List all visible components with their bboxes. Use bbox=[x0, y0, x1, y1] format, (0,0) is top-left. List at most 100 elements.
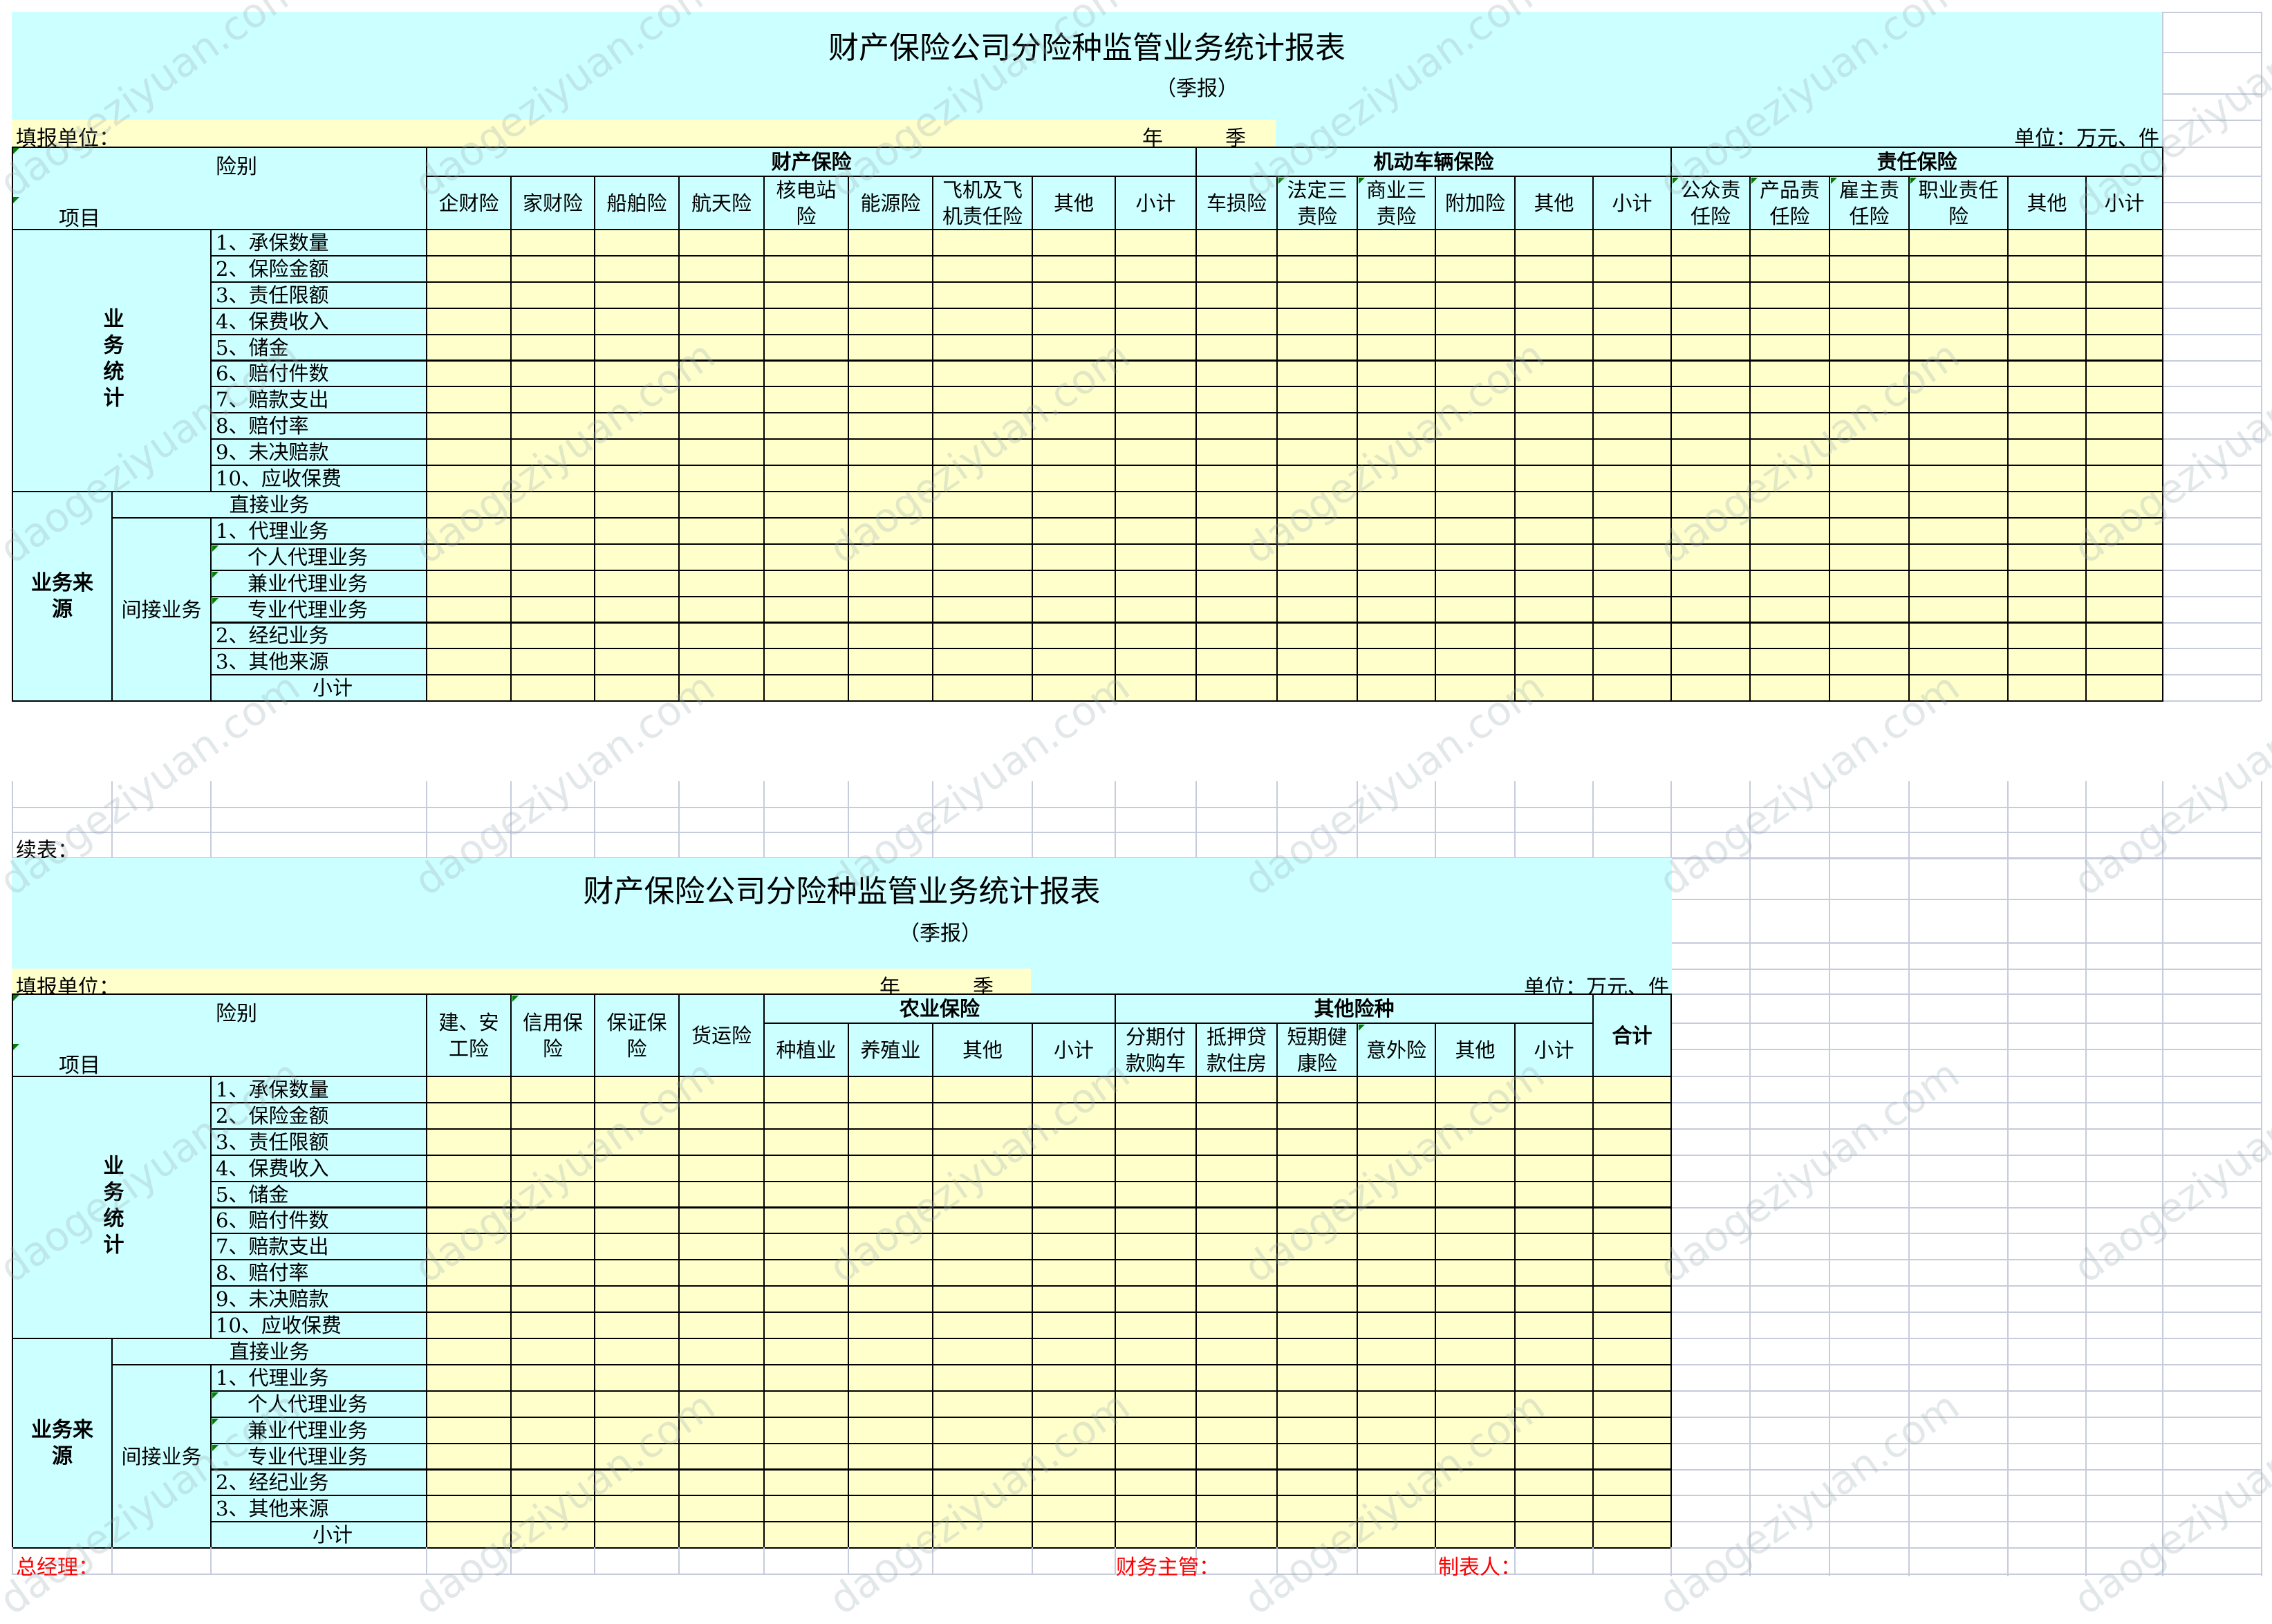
table1-data-cell[interactable] bbox=[1357, 281, 1436, 309]
table2-data-cell[interactable] bbox=[1115, 1154, 1197, 1182]
table1-data-cell[interactable] bbox=[1032, 438, 1116, 467]
table2-data-cell[interactable] bbox=[1592, 1390, 1672, 1418]
table1-data-cell[interactable] bbox=[1514, 622, 1594, 650]
table1-data-cell[interactable] bbox=[1115, 569, 1197, 597]
table1-data-cell[interactable] bbox=[594, 674, 680, 702]
table2-data-cell[interactable] bbox=[1195, 1495, 1278, 1523]
table1-data-cell[interactable] bbox=[510, 307, 595, 335]
table2-data-cell[interactable] bbox=[932, 1521, 1033, 1549]
table1-data-cell[interactable] bbox=[1032, 569, 1116, 597]
table2-data-cell[interactable] bbox=[1435, 1076, 1516, 1103]
table1-data-cell[interactable] bbox=[1435, 648, 1516, 676]
table1-data-cell[interactable] bbox=[1276, 438, 1358, 467]
table1-data-cell[interactable] bbox=[1357, 569, 1436, 597]
table1-data-cell[interactable] bbox=[1435, 674, 1516, 702]
table1-data-cell[interactable] bbox=[678, 438, 765, 467]
table1-data-cell[interactable] bbox=[2085, 491, 2163, 519]
table1-data-cell[interactable] bbox=[1357, 516, 1436, 545]
table2-data-cell[interactable] bbox=[510, 1521, 595, 1549]
table1-data-cell[interactable] bbox=[848, 595, 933, 624]
table1-data-cell[interactable] bbox=[2085, 595, 2163, 624]
table2-data-cell[interactable] bbox=[763, 1206, 849, 1235]
table2-data-cell[interactable] bbox=[1032, 1363, 1116, 1392]
table2-data-cell[interactable] bbox=[1592, 1128, 1672, 1156]
table2-data-cell[interactable] bbox=[1195, 1259, 1278, 1287]
table2-data-cell[interactable] bbox=[594, 1076, 680, 1103]
table1-data-cell[interactable] bbox=[510, 438, 595, 467]
table1-data-cell[interactable] bbox=[1115, 229, 1197, 256]
table2-data-cell[interactable] bbox=[1276, 1076, 1358, 1103]
table2-data-cell[interactable] bbox=[510, 1312, 595, 1339]
table2-data-cell[interactable] bbox=[426, 1154, 512, 1182]
table2-data-cell[interactable] bbox=[426, 1233, 512, 1261]
table1-data-cell[interactable] bbox=[678, 516, 765, 545]
table1-data-cell[interactable] bbox=[1115, 543, 1197, 571]
table2-data-cell[interactable] bbox=[848, 1206, 933, 1235]
table1-data-cell[interactable] bbox=[848, 516, 933, 545]
table1-data-cell[interactable] bbox=[2007, 438, 2087, 467]
table2-data-cell[interactable] bbox=[763, 1495, 849, 1523]
table1-data-cell[interactable] bbox=[1592, 360, 1672, 388]
table2-data-cell[interactable] bbox=[848, 1521, 933, 1549]
table1-data-cell[interactable] bbox=[1115, 595, 1197, 624]
table1-data-cell[interactable] bbox=[1670, 595, 1751, 624]
table1-data-cell[interactable] bbox=[1749, 307, 1830, 335]
table2-data-cell[interactable] bbox=[1357, 1206, 1436, 1235]
table1-data-cell[interactable] bbox=[763, 595, 849, 624]
table2-data-cell[interactable] bbox=[1276, 1180, 1358, 1208]
table1-data-cell[interactable] bbox=[1032, 229, 1116, 256]
table2-data-cell[interactable] bbox=[1592, 1233, 1672, 1261]
table2-data-cell[interactable] bbox=[1195, 1442, 1278, 1471]
table2-data-cell[interactable] bbox=[1276, 1416, 1358, 1444]
table2-data-cell[interactable] bbox=[1514, 1363, 1594, 1392]
table2-data-cell[interactable] bbox=[1514, 1338, 1594, 1365]
table1-data-cell[interactable] bbox=[763, 360, 849, 388]
table1-data-cell[interactable] bbox=[1592, 543, 1672, 571]
table1-data-cell[interactable] bbox=[2007, 254, 2087, 283]
table1-data-cell[interactable] bbox=[1115, 674, 1197, 702]
table1-data-cell[interactable] bbox=[1514, 254, 1594, 283]
table2-data-cell[interactable] bbox=[510, 1495, 595, 1523]
table1-data-cell[interactable] bbox=[1908, 595, 2009, 624]
table1-data-cell[interactable] bbox=[1032, 412, 1116, 440]
table1-data-cell[interactable] bbox=[1829, 648, 1910, 676]
table2-data-cell[interactable] bbox=[426, 1442, 512, 1471]
table2-data-cell[interactable] bbox=[1195, 1180, 1278, 1208]
table1-data-cell[interactable] bbox=[678, 307, 765, 335]
table1-data-cell[interactable] bbox=[1276, 595, 1358, 624]
table1-data-cell[interactable] bbox=[1514, 569, 1594, 597]
table1-data-cell[interactable] bbox=[848, 254, 933, 283]
table2-data-cell[interactable] bbox=[1435, 1390, 1516, 1418]
table2-data-cell[interactable] bbox=[848, 1442, 933, 1471]
table1-data-cell[interactable] bbox=[1908, 229, 2009, 256]
table2-data-cell[interactable] bbox=[1276, 1285, 1358, 1314]
table2-data-cell[interactable] bbox=[1357, 1154, 1436, 1182]
table2-data-cell[interactable] bbox=[1195, 1285, 1278, 1314]
table1-data-cell[interactable] bbox=[1435, 360, 1516, 388]
table2-data-cell[interactable] bbox=[594, 1468, 680, 1497]
table1-data-cell[interactable] bbox=[1514, 516, 1594, 545]
table2-data-cell[interactable] bbox=[1115, 1363, 1197, 1392]
table1-data-cell[interactable] bbox=[510, 648, 595, 676]
table1-data-cell[interactable] bbox=[2007, 516, 2087, 545]
table2-data-cell[interactable] bbox=[426, 1128, 512, 1156]
table1-data-cell[interactable] bbox=[1749, 386, 1830, 414]
table1-data-cell[interactable] bbox=[2085, 254, 2163, 283]
table1-data-cell[interactable] bbox=[1276, 281, 1358, 309]
table1-data-cell[interactable] bbox=[594, 333, 680, 362]
table2-data-cell[interactable] bbox=[1357, 1390, 1436, 1418]
table2-data-cell[interactable] bbox=[1032, 1154, 1116, 1182]
table2-data-cell[interactable] bbox=[932, 1363, 1033, 1392]
table2-data-cell[interactable] bbox=[1195, 1390, 1278, 1418]
table1-data-cell[interactable] bbox=[1032, 386, 1116, 414]
table2-data-cell[interactable] bbox=[1115, 1206, 1197, 1235]
table1-data-cell[interactable] bbox=[594, 595, 680, 624]
table1-data-cell[interactable] bbox=[1435, 465, 1516, 492]
table1-data-cell[interactable] bbox=[932, 281, 1033, 309]
table1-data-cell[interactable] bbox=[1276, 465, 1358, 492]
table1-data-cell[interactable] bbox=[1670, 229, 1751, 256]
table2-data-cell[interactable] bbox=[1514, 1128, 1594, 1156]
table2-data-cell[interactable] bbox=[1195, 1076, 1278, 1103]
table1-data-cell[interactable] bbox=[1276, 333, 1358, 362]
table2-data-cell[interactable] bbox=[763, 1416, 849, 1444]
